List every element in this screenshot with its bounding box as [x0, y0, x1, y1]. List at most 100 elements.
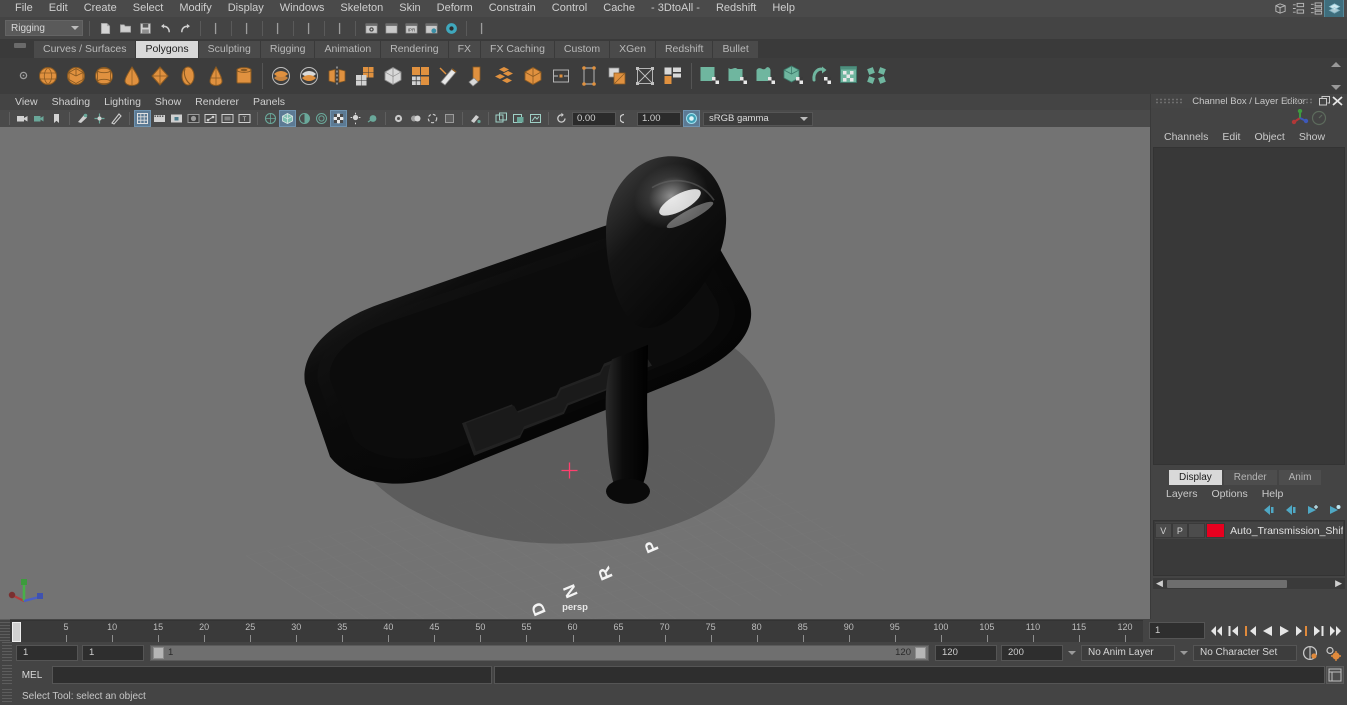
time-slider[interactable]: 5 10 15 20 25 30 35 40 45 50 55 60 65 70 75 80 85 90 95 100…	[10, 619, 1143, 642]
poly-bevel-icon[interactable]	[463, 61, 491, 91]
help-line-grip[interactable]	[2, 689, 12, 703]
panel-grip-right[interactable]	[1285, 98, 1313, 104]
render-current-frame-icon[interactable]	[362, 19, 380, 37]
textured-icon[interactable]	[314, 111, 329, 126]
shaded-wireframe-icon[interactable]	[297, 111, 312, 126]
film-gate-icon[interactable]	[152, 111, 167, 126]
menu-select[interactable]: Select	[125, 0, 172, 17]
select-by-hierarchy-icon[interactable]	[207, 19, 225, 37]
multisample-icon[interactable]	[408, 111, 423, 126]
menu-deform[interactable]: Deform	[429, 0, 481, 17]
manipulator-axis-icon[interactable]	[1291, 109, 1309, 127]
menu-cache[interactable]: Cache	[595, 0, 643, 17]
channelbox-menu-object[interactable]: Object	[1247, 131, 1291, 143]
go-to-end-icon[interactable]	[1328, 623, 1343, 639]
layer-row[interactable]: V P Auto_Transmission_Shift	[1155, 522, 1343, 539]
shelf-options-gear-icon[interactable]	[18, 70, 29, 81]
range-slider-bar[interactable]: 1 120	[150, 644, 929, 661]
go-to-start-icon[interactable]	[1209, 623, 1224, 639]
anim-layer-dropdown[interactable]: No Anim Layer	[1081, 644, 1175, 661]
menu-control[interactable]: Control	[544, 0, 595, 17]
poly-plane-icon[interactable]	[146, 61, 174, 91]
shelf-tab-sculpting[interactable]: Sculpting	[198, 41, 261, 58]
menu-skeleton[interactable]: Skeleton	[332, 0, 391, 17]
layer-tab-display[interactable]: Display	[1169, 470, 1222, 485]
layer-visibility-toggle[interactable]: V	[1155, 523, 1172, 538]
menu-create[interactable]: Create	[76, 0, 125, 17]
animation-start-time-field[interactable]: 1	[16, 644, 78, 661]
menu-skin[interactable]: Skin	[391, 0, 428, 17]
image-plane-icon[interactable]	[75, 111, 90, 126]
color-management-dropdown[interactable]: sRGB gamma	[703, 111, 813, 126]
script-editor-icon[interactable]	[1326, 666, 1344, 684]
ipr-panel-icon[interactable]: IPR	[402, 19, 420, 37]
layer-list-horizontal-scrollbar[interactable]: ◀ ▶	[1153, 578, 1345, 589]
undo-icon[interactable]	[156, 19, 174, 37]
shelf-tab-redshift[interactable]: Redshift	[655, 41, 714, 58]
playback-end-time-field[interactable]: 120	[935, 644, 997, 661]
menu-display[interactable]: Display	[220, 0, 272, 17]
viewport-menu-renderer[interactable]: Renderer	[188, 94, 246, 110]
menu-constrain[interactable]: Constrain	[481, 0, 544, 17]
channelbox-menu-channels[interactable]: Channels	[1157, 131, 1215, 143]
poly-mirror-icon[interactable]	[323, 61, 351, 91]
shelf-tab-bullet[interactable]: Bullet	[713, 41, 759, 58]
gamma-value-field[interactable]: 1.00	[637, 111, 681, 126]
character-set-chevron-icon[interactable]	[1180, 650, 1188, 655]
snap-grid-icon[interactable]	[331, 19, 349, 37]
exposure-reset-icon[interactable]	[554, 111, 569, 126]
scroll-left-arrow-icon[interactable]: ◀	[1156, 578, 1163, 589]
scrollbar-thumb[interactable]	[1167, 579, 1287, 588]
viewport-3d[interactable]: P R N D L	[0, 127, 1150, 619]
panel-grip-left[interactable]	[1155, 98, 1183, 104]
poly-combine-icon[interactable]	[351, 61, 379, 91]
play-backwards-icon[interactable]	[1260, 623, 1275, 639]
depth-of-field-icon[interactable]	[425, 111, 440, 126]
ipr-render-icon[interactable]	[382, 19, 400, 37]
poly-torus-icon[interactable]	[174, 61, 202, 91]
playback-start-time-field[interactable]: 1	[82, 644, 144, 661]
menu-set-dropdown[interactable]: Rigging	[5, 20, 83, 36]
gamma-reset-icon[interactable]	[619, 111, 634, 126]
save-scene-icon[interactable]	[136, 19, 154, 37]
smooth-shade-icon[interactable]	[279, 110, 296, 127]
anim-layer-chevron-icon[interactable]	[1068, 650, 1076, 655]
poly-smooth-icon[interactable]	[379, 61, 407, 91]
poly-booleans-union-icon[interactable]	[267, 61, 295, 91]
menu-edit[interactable]: Edit	[41, 0, 76, 17]
layers-menu[interactable]: Layers	[1159, 488, 1205, 500]
camera-sequencer-icon[interactable]	[528, 111, 543, 126]
layer-name-label[interactable]: Auto_Transmission_Shift	[1225, 525, 1343, 537]
poly-uv-icon[interactable]	[631, 61, 659, 91]
undock-panel-icon[interactable]	[1319, 96, 1330, 106]
render-settings-icon[interactable]	[422, 19, 440, 37]
menu-help[interactable]: Help	[764, 0, 803, 17]
viewport-menu-view[interactable]: View	[8, 94, 45, 110]
poly-cylinder-icon[interactable]	[90, 61, 118, 91]
shelf-tab-fx[interactable]: FX	[448, 41, 482, 58]
viewport-menu-lighting[interactable]: Lighting	[97, 94, 148, 110]
motion-blur-icon[interactable]	[391, 111, 406, 126]
shadows-icon[interactable]	[348, 111, 363, 126]
poly-triangulate-icon[interactable]	[519, 61, 547, 91]
xray-icon[interactable]	[220, 111, 235, 126]
layer-tab-anim[interactable]: Anim	[1278, 470, 1322, 485]
layer-tab-render[interactable]: Render	[1223, 470, 1277, 485]
shelf-scroll-up-icon[interactable]	[1331, 62, 1341, 67]
display-layer-list[interactable]: V P Auto_Transmission_Shift	[1153, 520, 1345, 576]
attribute-panel-icon[interactable]	[1307, 0, 1325, 18]
bookmark-icon[interactable]	[49, 111, 64, 126]
move-layer-up-icon[interactable]	[1261, 504, 1275, 516]
toggle-channelbox-icon[interactable]	[473, 19, 491, 37]
shelf-tab-fx-caching[interactable]: FX Caching	[481, 41, 555, 58]
sculpt-flood-icon[interactable]	[808, 61, 836, 91]
command-language-label[interactable]: MEL	[12, 670, 52, 681]
poly-reduce-icon[interactable]	[491, 61, 519, 91]
shelf-tab-rendering[interactable]: Rendering	[381, 41, 449, 58]
step-forward-frame-icon[interactable]	[1294, 623, 1309, 639]
range-end-handle[interactable]	[915, 646, 926, 659]
close-panel-icon[interactable]	[1332, 96, 1343, 106]
poly-quad-draw-icon[interactable]	[575, 61, 603, 91]
attribute-editor-icon[interactable]	[1324, 0, 1344, 19]
scroll-right-arrow-icon[interactable]: ▶	[1335, 578, 1342, 589]
